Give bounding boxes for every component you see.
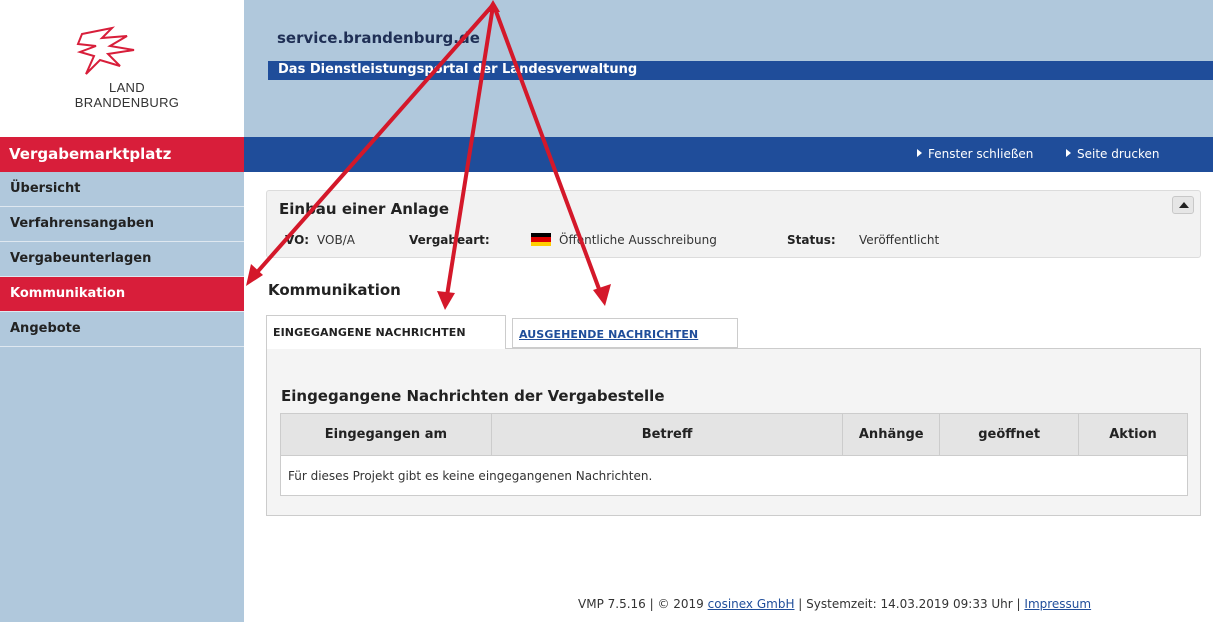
print-page-label: Seite drucken bbox=[1077, 147, 1160, 161]
sidebar-item-vergabeunterlagen[interactable]: Vergabeunterlagen bbox=[0, 242, 244, 277]
footer-version: VMP 7.5.16 | © 2019 bbox=[578, 597, 708, 611]
german-flag-icon bbox=[531, 233, 551, 246]
column-header-opened[interactable]: geöffnet bbox=[939, 413, 1080, 456]
footer-systemtime: | Systemzeit: 14.03.2019 09:33 Uhr | bbox=[794, 597, 1025, 611]
project-title: Einbau einer Anlage bbox=[279, 200, 450, 218]
close-window-link[interactable]: Fenster schließen bbox=[917, 147, 1033, 161]
vo-value: VOB/A bbox=[317, 233, 355, 247]
arrowhead-icon bbox=[593, 284, 611, 306]
arrow-right-icon bbox=[1066, 149, 1071, 157]
sidebar-item-label: Angebote bbox=[10, 321, 81, 336]
vergabeart-label: Vergabeart: bbox=[409, 233, 490, 247]
portal-subtitle-bar: Das Dienstleistungsportal der Landesverw… bbox=[268, 61, 1213, 80]
sidebar-item-uebersicht[interactable]: Übersicht bbox=[0, 172, 244, 207]
app-title: Vergabemarktplatz bbox=[0, 137, 244, 172]
column-header-attachments[interactable]: Anhänge bbox=[842, 413, 941, 456]
panel-heading: Eingegangene Nachrichten der Vergabestel… bbox=[281, 387, 665, 405]
tab-panel: Eingegangene Nachrichten der Vergabestel… bbox=[266, 348, 1201, 516]
project-info-box: Einbau einer Anlage VO: VOB/A Vergabeart… bbox=[266, 190, 1201, 258]
empty-message: Für dieses Projekt gibt es keine eingega… bbox=[280, 455, 1188, 496]
arrow-right-icon bbox=[917, 149, 922, 157]
chevron-up-icon bbox=[1179, 202, 1189, 208]
column-header-received[interactable]: Eingegangen am bbox=[280, 413, 492, 456]
arrowhead-icon bbox=[437, 291, 455, 310]
footer: VMP 7.5.16 | © 2019 cosinex GmbH | Syste… bbox=[578, 597, 1091, 611]
table-row: Für dieses Projekt gibt es keine eingega… bbox=[280, 455, 1188, 496]
status-value: Veröffentlicht bbox=[859, 233, 940, 247]
impressum-link[interactable]: Impressum bbox=[1024, 597, 1091, 611]
logo-line-land: LAND bbox=[109, 80, 145, 95]
page-header: service.brandenburg.de Das Dienstleistun… bbox=[244, 0, 1213, 137]
arrowhead-icon bbox=[246, 264, 263, 286]
portal-subtitle: Das Dienstleistungsportal der Landesverw… bbox=[278, 62, 638, 77]
sidebar-item-label: Übersicht bbox=[10, 181, 81, 196]
tab-outgoing-messages[interactable]: AUSGEHENDE NACHRICHTEN bbox=[512, 318, 738, 348]
sidebar: Vergabemarktplatz Übersicht Verfahrensan… bbox=[0, 137, 244, 622]
brandenburg-eagle-icon bbox=[76, 26, 135, 75]
sidebar-item-label: Verfahrensangaben bbox=[10, 216, 154, 231]
collapse-button[interactable] bbox=[1172, 196, 1194, 214]
logo-line-brandenburg: BRANDENBURG bbox=[74, 95, 180, 110]
column-header-action: Aktion bbox=[1078, 413, 1188, 456]
nav-bar: Fenster schließen Seite drucken bbox=[244, 137, 1213, 172]
sidebar-item-label: Kommunikation bbox=[10, 286, 126, 301]
vergabeart-value: Öffentliche Ausschreibung bbox=[559, 233, 717, 247]
company-link[interactable]: cosinex GmbH bbox=[708, 597, 795, 611]
close-window-label: Fenster schließen bbox=[928, 147, 1034, 161]
sidebar-item-kommunikation[interactable]: Kommunikation bbox=[0, 277, 244, 312]
tab-label: EINGEGANGENE NACHRICHTEN bbox=[273, 326, 466, 339]
site-name[interactable]: service.brandenburg.de bbox=[277, 29, 480, 47]
column-header-subject[interactable]: Betreff bbox=[490, 413, 844, 456]
sidebar-item-verfahrensangaben[interactable]: Verfahrensangaben bbox=[0, 207, 244, 242]
table-header-row: Eingegangen am Betreff Anhänge geöffnet … bbox=[280, 413, 1188, 456]
logo-text: LAND BRANDENBURG bbox=[52, 80, 202, 110]
logo-area: LAND BRANDENBURG bbox=[0, 0, 244, 137]
section-heading: Kommunikation bbox=[268, 281, 401, 299]
sidebar-item-label: Vergabeunterlagen bbox=[10, 251, 152, 266]
tab-label: AUSGEHENDE NACHRICHTEN bbox=[519, 328, 699, 341]
sidebar-item-angebote[interactable]: Angebote bbox=[0, 312, 244, 347]
messages-table: Eingegangen am Betreff Anhänge geöffnet … bbox=[280, 413, 1188, 496]
vo-label: VO: bbox=[285, 233, 310, 247]
status-label: Status: bbox=[787, 233, 836, 247]
tab-incoming-messages[interactable]: EINGEGANGENE NACHRICHTEN bbox=[266, 315, 506, 349]
print-page-link[interactable]: Seite drucken bbox=[1066, 147, 1160, 161]
